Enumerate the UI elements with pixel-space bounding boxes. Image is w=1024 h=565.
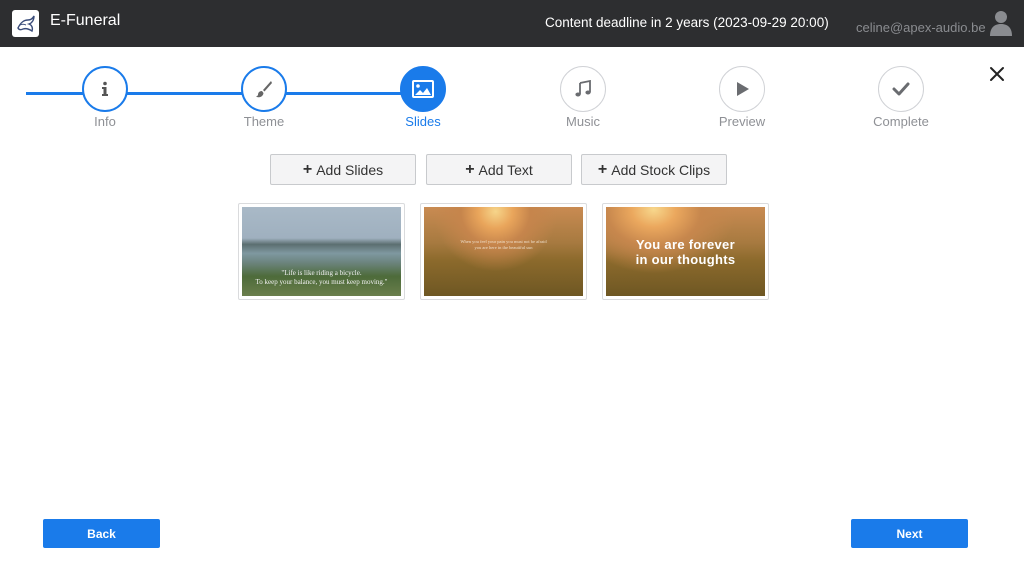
add-stock-clips-label: Add Stock Clips [611,161,711,178]
slide-caption: You are forever in our thoughts [635,237,736,267]
slide-thumbnail[interactable]: When you feel your pain you must not be … [420,203,587,300]
slide-image: You are forever in our thoughts [606,207,765,296]
info-icon [102,81,108,96]
app-title: E-Funeral [50,12,121,29]
close-icon[interactable] [988,65,1006,83]
step-preview-label: Preview [718,114,766,129]
plus-icon: + [302,160,313,178]
step-info-button[interactable] [82,66,128,112]
next-button[interactable]: Next [851,519,968,548]
add-slides-button[interactable]: + Add Slides [270,154,416,185]
step-complete-label: Complete [873,114,929,129]
plus-icon: + [465,160,475,178]
plus-icon: + [597,160,608,178]
slide-thumbnail[interactable]: You are forever in our thoughts [602,203,769,300]
play-icon [737,82,749,96]
slide-image: When you feel your pain you must not be … [424,207,583,296]
slide-caption: When you feel your pain you must not be … [460,239,547,250]
top-bar: E-Funeral Content deadline in 2 years (2… [0,0,1024,47]
step-music-button[interactable] [560,66,606,112]
add-stock-clips-button[interactable]: + Add Stock Clips [581,154,727,185]
step-slides-button[interactable] [400,66,446,112]
user-email[interactable]: celine@apex-audio.be [856,20,986,35]
brush-icon [256,81,272,98]
back-button[interactable]: Back [43,519,160,548]
step-info-label: Info [94,114,116,129]
step-music-label: Music [566,114,600,129]
app-logo-icon[interactable] [12,10,39,37]
slide-image: "Life is like riding a bicycle. To keep … [242,207,401,296]
slide-thumbnail[interactable]: "Life is like riding a bicycle. To keep … [238,203,405,300]
step-theme-label: Theme [243,114,285,129]
add-text-button[interactable]: + Add Text [426,154,572,185]
check-icon [892,82,910,96]
step-theme-button[interactable] [241,66,287,112]
add-slides-label: Add Slides [316,161,384,178]
add-text-label: Add Text [478,161,533,178]
content-deadline-text: Content deadline in 2 years (2023-09-29 … [545,15,829,30]
user-avatar-icon[interactable] [989,10,1013,41]
step-complete-button[interactable] [878,66,924,112]
image-icon [412,80,434,98]
step-slides-label: Slides [405,114,441,129]
music-icon [575,80,591,97]
slide-caption: "Life is like riding a bicycle. To keep … [255,269,388,286]
step-preview-button[interactable] [719,66,765,112]
